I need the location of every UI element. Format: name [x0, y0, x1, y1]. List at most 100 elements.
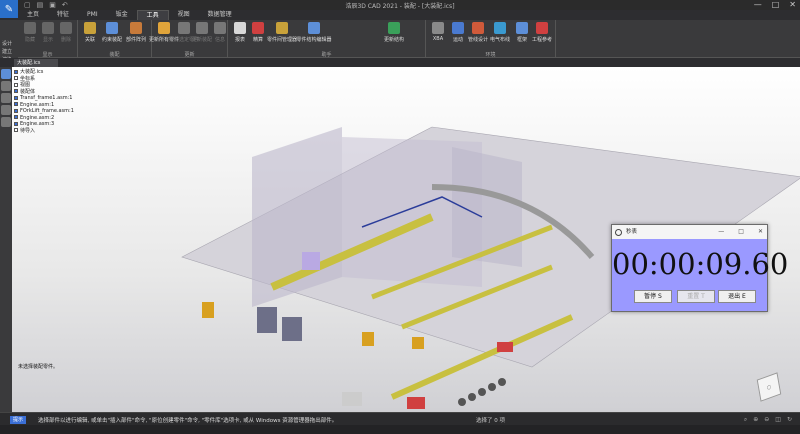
electrical-icon: [494, 22, 506, 34]
exit-button[interactable]: 退出 E: [718, 290, 756, 303]
info-icon: [214, 22, 226, 34]
pattern-button[interactable]: 部件阵列: [126, 22, 146, 43]
tab-sheetmetal[interactable]: 钣金: [107, 10, 137, 20]
status-tag: 提示: [10, 416, 27, 424]
part-manager-button[interactable]: 零件间管理器: [267, 22, 297, 43]
tab-features[interactable]: 特征: [48, 10, 78, 20]
dialog-title: 秒表: [626, 229, 638, 235]
part-manager-icon: [276, 22, 288, 34]
title-bar: ✎ ▢ ▤ ▣ ↶ 浩辰3D CAD 2021 - 装配 - [大装配.ics]…: [0, 0, 800, 18]
group-label: 装配: [109, 52, 120, 58]
checkbox[interactable]: [14, 89, 18, 93]
structure-editor-button[interactable]: 零件结构编辑器: [297, 22, 332, 43]
check-icon: [252, 22, 264, 34]
layers-icon[interactable]: [1, 81, 11, 91]
ribbon-group-assembly: 关联 约束装配 部件阵列 装配: [78, 20, 152, 58]
delete-button[interactable]: 删除: [56, 22, 76, 43]
electrical-button[interactable]: 电气布线: [490, 22, 510, 43]
tab-home[interactable]: 主页: [18, 10, 48, 20]
zoom-in-icon[interactable]: ⊕: [753, 416, 758, 424]
update-structure-icon: [388, 22, 400, 34]
checkbox[interactable]: [14, 115, 18, 119]
pipe-design-button[interactable]: 管线设计: [468, 22, 488, 43]
delete-icon: [60, 22, 72, 34]
status-bar: 提示 选择部件以进行编辑, 或单击"插入部件"命令, "原位创建零件"命令, "…: [0, 412, 800, 434]
checkbox[interactable]: [14, 102, 18, 106]
library-icon[interactable]: [1, 93, 11, 103]
vertical-toolbar: [0, 67, 12, 412]
motion-icon: [452, 22, 464, 34]
pathfinder-icon[interactable]: [1, 69, 11, 79]
checkbox[interactable]: [14, 121, 18, 126]
engineering-ref-button[interactable]: 工程参考: [532, 22, 552, 43]
tab-tools[interactable]: 工具: [136, 10, 169, 20]
pattern-icon: [130, 22, 142, 34]
motion-button[interactable]: 运动: [448, 22, 468, 43]
reset-button[interactable]: 重置 T: [677, 290, 715, 303]
group-label: 环境: [485, 52, 496, 58]
settings-icon[interactable]: [1, 117, 11, 127]
close-button[interactable]: ✕: [789, 0, 796, 9]
update-assembly-button[interactable]: 更新装配: [192, 22, 212, 43]
document-tab-bar: 大装配.ics: [0, 58, 800, 67]
engineering-ref-icon: [536, 22, 548, 34]
properties-icon[interactable]: [1, 105, 11, 115]
ribbon-group-update: 更新所有零件 更新选定零件 更新装配 信息 更新: [149, 20, 230, 58]
menu-bar: 主页 特征 PMI 钣金 工具 视图 数据管理: [18, 10, 800, 20]
checkbox[interactable]: [14, 82, 18, 87]
report-button[interactable]: 报表: [230, 22, 250, 43]
dialog-title-bar: 秒表 — □ ✕: [612, 225, 767, 239]
minimize-button[interactable]: —: [754, 0, 762, 9]
info-button[interactable]: 信息: [210, 22, 230, 43]
ribbon-group-environment: XBA 运动 管线设计 电气布线 框架 工程参考 环境: [426, 20, 556, 58]
report-icon: [234, 22, 246, 34]
update-structure-button[interactable]: 更新结构: [384, 22, 404, 43]
viewport-hint: 未选择装配零件。: [18, 364, 59, 370]
checkbox[interactable]: [14, 69, 18, 74]
stopwatch-dialog: 秒表 — □ ✕ 00:00:09.60 暂停 S 重置 T 退出 E: [611, 224, 788, 312]
stopwatch-icon: [615, 229, 622, 236]
update-all-icon: [158, 22, 170, 34]
checkbox[interactable]: [14, 76, 18, 80]
fit-icon[interactable]: ◫: [775, 416, 781, 424]
show-button[interactable]: 显示: [38, 22, 58, 43]
dialog-maximize-button[interactable]: □: [738, 225, 744, 239]
window-title: 浩辰3D CAD 2021 - 装配 - [大装配.ics]: [345, 3, 455, 10]
rotate-icon[interactable]: ↻: [787, 416, 792, 424]
doc-tab[interactable]: 大装配.ics: [14, 59, 58, 67]
update-assembly-icon: [196, 22, 208, 34]
pause-button[interactable]: 暂停 S: [634, 290, 672, 303]
relate-icon: [84, 22, 96, 34]
ribbon: 设计 建立 渲染 隐藏 显示 删除 显示 关联 约束装配 部件阵列 装配 更新所…: [0, 20, 800, 78]
relate-button[interactable]: 关联: [80, 22, 100, 43]
checkbox[interactable]: [14, 108, 18, 113]
frame-button[interactable]: 框架: [512, 22, 532, 43]
tree-item[interactable]: 待导入: [14, 128, 74, 135]
ribbon-left-item[interactable]: 建立: [0, 48, 18, 56]
ribbon-left-item[interactable]: 设计: [0, 40, 18, 48]
ribbon-group-assistant: 报表 精算 零件间管理器 零件结构编辑器 更新结构 助手: [228, 20, 426, 58]
tab-view[interactable]: 视图: [169, 10, 199, 20]
selection-count: 选择了 0 项: [476, 418, 505, 424]
constraint-button[interactable]: 约束装配: [102, 22, 122, 43]
frame-icon: [516, 22, 528, 34]
xba-button[interactable]: XBA: [428, 22, 448, 42]
xba-icon: [432, 22, 444, 34]
checkbox[interactable]: [14, 95, 18, 100]
precise-button[interactable]: 精算: [248, 22, 268, 43]
dialog-close-button[interactable]: ✕: [758, 225, 763, 239]
update-selected-icon: [178, 22, 190, 34]
hide-button[interactable]: 隐藏: [20, 22, 40, 43]
tab-data-management[interactable]: 数据管理: [199, 10, 241, 20]
dialog-minimize-button[interactable]: —: [718, 225, 724, 239]
hide-icon: [24, 22, 36, 34]
search-icon[interactable]: ⌕: [744, 416, 747, 424]
pipe-icon: [472, 22, 484, 34]
update-selected-button[interactable]: 更新选定零件: [169, 22, 199, 43]
show-icon: [42, 22, 54, 34]
group-label: 更新: [184, 52, 195, 58]
tab-pmi[interactable]: PMI: [78, 10, 107, 20]
checkbox[interactable]: [14, 128, 18, 132]
zoom-out-icon[interactable]: ⊖: [764, 416, 769, 424]
maximize-button[interactable]: □: [772, 0, 780, 9]
